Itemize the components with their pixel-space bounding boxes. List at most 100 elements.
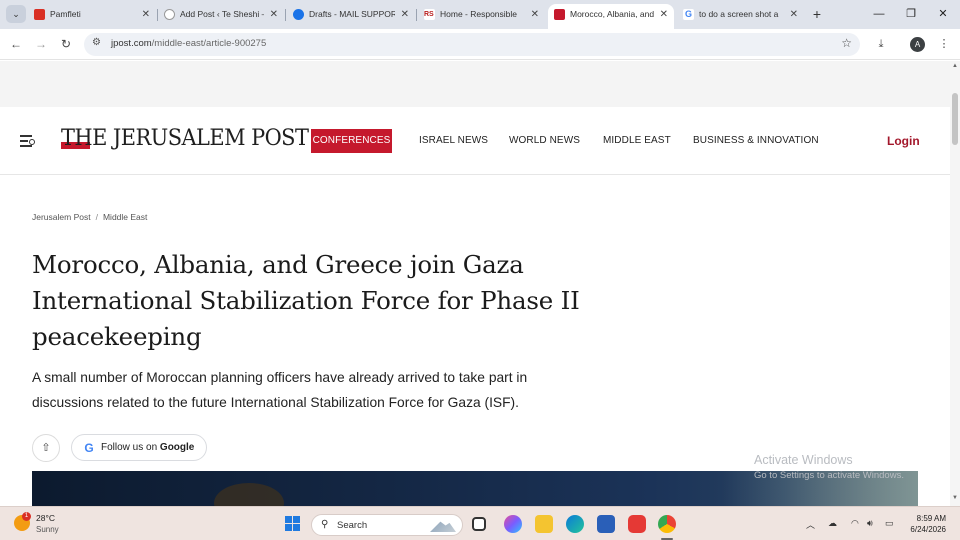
login-link[interactable]: Login: [887, 134, 920, 148]
breadcrumb-home[interactable]: Jerusalem Post: [32, 212, 91, 222]
activate-windows-watermark: Activate Windows Go to Settings to activ…: [754, 452, 904, 484]
windows-start-icon[interactable]: [285, 516, 301, 532]
volume-icon[interactable]: 🔊︎: [867, 518, 873, 529]
close-window-icon[interactable]: ✕: [928, 4, 958, 24]
onedrive-offline-icon[interactable]: ☁: [828, 518, 837, 529]
nav-middle-east[interactable]: MIDDLE EAST: [603, 135, 671, 146]
url-text[interactable]: jpost.com/middle-east/article-900275: [111, 38, 266, 49]
forward-arrow-icon[interactable]: →: [32, 35, 50, 53]
article-summary: A small number of Moroccan planning offi…: [32, 365, 632, 415]
tab-morocco-article[interactable]: Morocco, Albania, and ✕: [548, 4, 674, 29]
menu-search-icon[interactable]: [20, 134, 38, 148]
task-view-icon[interactable]: [472, 517, 486, 531]
close-tab-icon[interactable]: ✕: [142, 4, 150, 25]
tab-title: Pamfleti: [50, 9, 81, 19]
show-hidden-icons-chevron-icon[interactable]: ︿: [806, 518, 815, 531]
browser-tab-strip: ⌄ Pamfleti ✕ Add Post ‹ Te Sheshi — ✕ Dr…: [0, 0, 960, 29]
reload-icon[interactable]: ↻: [57, 35, 75, 53]
weather-condition[interactable]: Sunny: [36, 525, 59, 534]
headline-line: Morocco, Albania, and Greece join Gaza: [32, 250, 524, 279]
tab-drafts-mail[interactable]: Drafts - MAIL SUPPORT ✕: [287, 4, 415, 29]
new-tab-plus-icon[interactable]: +: [808, 4, 826, 24]
nav-world-news[interactable]: WORLD NEWS: [509, 135, 580, 146]
wps-office-icon[interactable]: [628, 515, 646, 533]
close-tab-icon[interactable]: ✕: [270, 4, 278, 25]
add-post-favicon-icon: [164, 9, 175, 20]
tab-divider: [285, 9, 286, 21]
share-button[interactable]: ⇧: [32, 434, 60, 462]
restore-icon[interactable]: ❐: [896, 4, 926, 24]
share-icon: ⇧: [41, 442, 51, 454]
responsible-favicon-icon: RS: [424, 9, 435, 20]
page-viewport: THE JERUSALEM POST CONFERENCES ISRAEL NE…: [0, 61, 950, 506]
temperature[interactable]: 28°C: [36, 513, 55, 523]
tab-add-post[interactable]: Add Post ‹ Te Sheshi — ✕: [158, 4, 284, 29]
tab-responsible[interactable]: RS Home - Responsible ✕: [418, 4, 545, 29]
tab-pamfleti[interactable]: Pamfleti ✕: [28, 4, 156, 29]
search-placeholder: Search: [337, 520, 368, 531]
tab-search-chevron-icon[interactable]: ⌄: [6, 5, 26, 23]
conferences-button[interactable]: CONFERENCES: [311, 129, 392, 153]
google-favicon-icon: G: [683, 9, 694, 20]
ad-placeholder: [0, 61, 950, 107]
jerusalem-post-logo[interactable]: THE JERUSALEM POST: [61, 125, 309, 155]
search-highlight-art-icon: [430, 521, 456, 532]
nav-business-innovation[interactable]: BUSINESS & INNOVATION: [693, 135, 819, 146]
scroll-thumb[interactable]: [952, 93, 958, 145]
google-g-icon: G: [84, 441, 94, 455]
outlook-favicon-icon: [293, 9, 304, 20]
clock-date: 6/24/2026: [910, 525, 946, 534]
search-icon: ⚲: [321, 519, 329, 530]
close-tab-icon[interactable]: ✕: [531, 4, 539, 25]
follow-label: Follow us on Google: [101, 442, 195, 453]
scroll-up-icon[interactable]: ▲: [951, 63, 959, 69]
more-menu-icon[interactable]: ⋮: [935, 35, 953, 53]
tab-title: Add Post ‹ Te Sheshi —: [180, 9, 264, 19]
breadcrumb: Jerusalem Post / Middle East: [32, 212, 148, 222]
minimize-icon[interactable]: —: [864, 4, 894, 24]
copilot-icon[interactable]: [504, 515, 522, 533]
watermark-subtitle: Go to Settings to activate Windows.: [754, 470, 904, 481]
back-arrow-icon[interactable]: ←: [7, 35, 25, 53]
jpost-favicon-icon: [554, 9, 565, 20]
wifi-icon[interactable]: ◠: [851, 518, 859, 529]
summary-line: discussions related to the future Intern…: [32, 395, 519, 410]
tab-title: Drafts - MAIL SUPPORT: [309, 9, 395, 19]
watermark-title: Activate Windows: [754, 453, 853, 467]
pamfleti-favicon-icon: [34, 9, 45, 20]
tab-title: to do a screen shot a: [699, 9, 779, 19]
weather-badge: 1: [22, 512, 31, 521]
breadcrumb-section[interactable]: Middle East: [103, 212, 147, 222]
profile-avatar[interactable]: A: [910, 37, 925, 52]
headline-line: International Stabilization Force for Ph…: [32, 286, 580, 315]
tab-google-search[interactable]: G to do a screen shot a ✕: [677, 4, 804, 29]
chrome-icon[interactable]: [658, 515, 676, 533]
nav-israel-news[interactable]: ISRAEL NEWS: [419, 135, 488, 146]
system-clock[interactable]: 8:59 AM 6/24/2026: [904, 513, 946, 535]
file-explorer-icon[interactable]: [535, 515, 553, 533]
tab-title: Morocco, Albania, and: [570, 9, 654, 19]
clock-time: 8:59 AM: [916, 514, 946, 523]
close-tab-icon[interactable]: ✕: [790, 4, 798, 25]
headline-line: peacekeeping: [32, 322, 202, 351]
bookmark-star-icon[interactable]: ☆: [841, 36, 852, 50]
scroll-down-icon[interactable]: ▼: [951, 495, 959, 501]
close-tab-icon[interactable]: ✕: [660, 4, 668, 25]
tab-divider: [416, 9, 417, 21]
battery-icon[interactable]: ▭: [885, 518, 894, 529]
windows-taskbar: 1 28°C Sunny ⚲ Search ︿ ☁ ◠ 🔊︎ ▭ 8:59 AM…: [0, 506, 960, 540]
logo-text: THE JERUSALEM POST: [61, 125, 309, 151]
page-scrollbar[interactable]: ▲ ▼: [950, 61, 960, 506]
edge-icon[interactable]: [566, 515, 584, 533]
download-icon[interactable]: ⤓: [872, 35, 890, 53]
site-header: THE JERUSALEM POST CONFERENCES ISRAEL NE…: [0, 107, 950, 175]
summary-line: A small number of Moroccan planning offi…: [32, 370, 528, 385]
article-headline: Morocco, Albania, and Greece join Gaza I…: [32, 247, 632, 355]
browser-toolbar: ← → ↻ ⚙ jpost.com/middle-east/article-90…: [0, 29, 960, 60]
follow-on-google-button[interactable]: G Follow us on Google: [71, 434, 207, 461]
address-bar[interactable]: ⚙ jpost.com/middle-east/article-900275 ☆: [84, 33, 860, 56]
microsoft-store-icon[interactable]: [597, 515, 615, 533]
close-tab-icon[interactable]: ✕: [401, 4, 409, 25]
taskbar-search-box[interactable]: ⚲ Search: [311, 514, 463, 536]
site-settings-icon[interactable]: ⚙: [92, 37, 101, 48]
